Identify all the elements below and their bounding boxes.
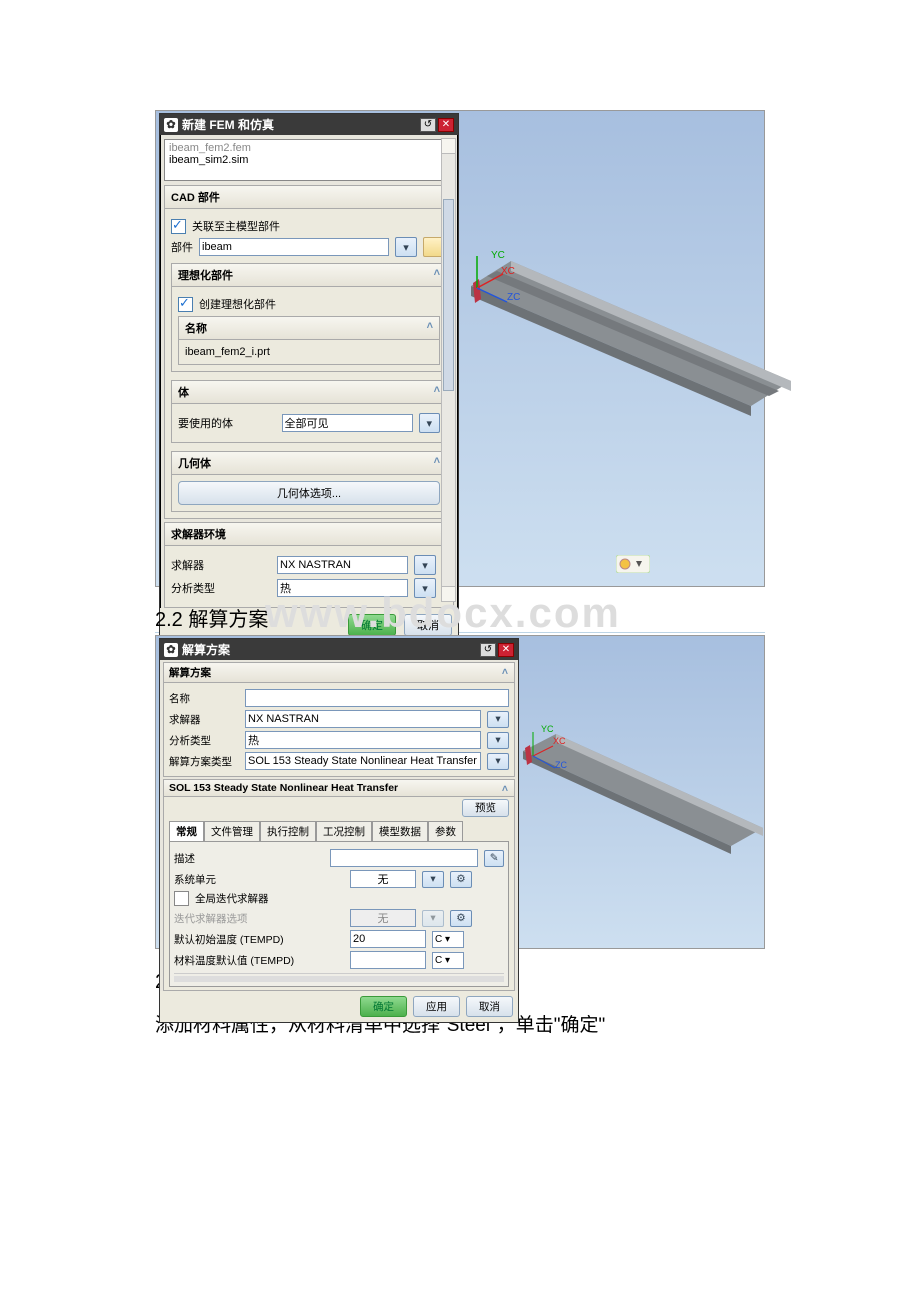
link-master-checkbox[interactable] (171, 219, 186, 234)
tab-model[interactable]: 模型数据 (372, 821, 428, 841)
iter-opt-label: 迭代求解器选项 (174, 911, 344, 926)
mat-temp-input[interactable] (350, 951, 426, 969)
body-select[interactable] (282, 414, 413, 432)
watermark: www.bdocx.com (265, 589, 621, 637)
iter-opt-select (350, 909, 416, 927)
apply-button[interactable]: 应用 (413, 996, 460, 1017)
tab-file[interactable]: 文件管理 (204, 821, 260, 841)
gear-icon: ✿ (164, 643, 178, 657)
file-list[interactable]: ▴ ibeam_fem2.fem ibeam_sim2.sim (164, 139, 454, 181)
solver-select[interactable] (277, 556, 408, 574)
file-item[interactable]: ibeam_sim2.sim (169, 154, 449, 166)
scroll-thumb[interactable] (443, 199, 454, 391)
iter-checkbox[interactable] (174, 891, 189, 906)
chevron-up-icon: ˄ (502, 666, 508, 678)
chevron-down-icon: ▾ (422, 910, 444, 927)
name-value: ibeam_fem2_i.prt (185, 346, 270, 358)
section-cad[interactable]: CAD 部件 ˄ (164, 185, 454, 209)
desc-edit-icon[interactable]: ✎ (484, 850, 504, 867)
cancel-button[interactable]: 取消 (466, 996, 513, 1017)
sysunit-label: 系统单元 (174, 872, 344, 887)
tab-exec[interactable]: 执行控制 (260, 821, 316, 841)
analysis-type-label: 分析类型 (169, 733, 239, 748)
dialog-titlebar: ✿ 新建 FEM 和仿真 ↺ ✕ (160, 114, 458, 135)
body-dropdown-icon[interactable]: ▾ (419, 413, 441, 433)
section-scheme[interactable]: 解算方案 ˄ (163, 662, 515, 683)
analysis-type-label: 分析类型 (171, 580, 271, 596)
viewport-3d[interactable]: YC XC ZC (461, 113, 764, 584)
mat-temp-unit[interactable] (432, 952, 464, 969)
create-ideal-checkbox[interactable] (178, 297, 193, 312)
mat-temp-label: 材料温度默认值 (TEMPD) (174, 953, 344, 968)
part-label: 部件 (171, 239, 193, 255)
axis-zc: ZC (555, 760, 567, 770)
body-use-label: 要使用的体 (178, 415, 276, 431)
tab-case[interactable]: 工况控制 (316, 821, 372, 841)
dialog-titlebar: ✿ 解算方案 ↺ ✕ (160, 639, 518, 660)
chevron-up-icon: ˄ (434, 267, 440, 279)
link-master-label: 关联至主模型部件 (192, 218, 280, 234)
desc-input[interactable] (330, 849, 478, 867)
analysis-type-select[interactable] (245, 731, 481, 749)
sysunit-select[interactable] (350, 870, 416, 888)
part-input[interactable] (199, 238, 389, 256)
axis-xc: XC (553, 736, 566, 746)
toolbar-bubble[interactable] (616, 555, 650, 578)
viewport-3d[interactable]: YC XC ZC (521, 726, 764, 946)
tab-param[interactable]: 参数 (428, 821, 463, 841)
ok-button[interactable]: 确定 (360, 996, 407, 1017)
file-item[interactable]: ibeam_fem2.fem (169, 142, 449, 154)
tempd-unit[interactable] (432, 931, 464, 948)
reset-button[interactable]: ↺ (480, 643, 496, 657)
dialog-title: 解算方案 (182, 641, 230, 658)
solution-type-label: 解算方案类型 (169, 754, 239, 769)
chevron-down-icon[interactable]: ▾ (422, 871, 444, 888)
solver-label: 求解器 (171, 557, 271, 573)
name-label: 名称 (169, 691, 239, 706)
screenshot-new-fem: ✿ 新建 FEM 和仿真 ↺ ✕ ▴ ibeam_fem2.fem ibeam_… (155, 110, 765, 587)
chevron-up-icon: ˄ (434, 384, 440, 396)
sysunit-config-icon[interactable]: ⚙ (450, 871, 472, 888)
section-solver-env[interactable]: 求解器环境 ˄ (164, 522, 454, 546)
section-sol153[interactable]: SOL 153 Steady State Nonlinear Heat Tran… (163, 779, 515, 797)
tab-general[interactable]: 常规 (169, 821, 204, 841)
dialog-new-fem: ✿ 新建 FEM 和仿真 ↺ ✕ ▴ ibeam_fem2.fem ibeam_… (159, 113, 459, 643)
solver-label: 求解器 (169, 712, 239, 727)
chevron-up-icon: ˄ (502, 783, 508, 795)
chevron-up-icon: ˄ (434, 455, 440, 467)
preview-button[interactable]: 预览 (462, 799, 509, 817)
reset-button[interactable]: ↺ (420, 118, 436, 132)
chevron-down-icon[interactable]: ▾ (414, 555, 436, 575)
chevron-up-icon: ˄ (427, 320, 433, 332)
dialog-title: 新建 FEM 和仿真 (182, 116, 274, 133)
section-body[interactable]: 体 ˄ (171, 380, 447, 404)
section-geom[interactable]: 几何体 ˄ (171, 451, 447, 475)
create-ideal-label: 创建理想化部件 (199, 296, 276, 312)
solution-type-select[interactable] (245, 752, 481, 770)
iter-opt-icon[interactable]: ⚙ (450, 910, 472, 927)
tabs: 常规 文件管理 执行控制 工况控制 模型数据 参数 (169, 821, 509, 841)
axis-yc: YC (541, 724, 554, 734)
scroll-up-icon[interactable] (442, 139, 455, 154)
screenshot-solution: ✿ 解算方案 ↺ ✕ 解算方案 ˄ 名称 求解器 ▾ (155, 635, 765, 949)
part-dropdown[interactable]: ▾ (395, 237, 417, 257)
tempd-input[interactable] (350, 930, 426, 948)
geom-options-button[interactable]: 几何体选项... (178, 481, 440, 505)
iter-label: 全局迭代求解器 (195, 891, 269, 906)
close-icon[interactable]: ✕ (438, 118, 454, 132)
heading-2-2: 2.2 解算方案 (155, 609, 268, 631)
dialog-solution: ✿ 解算方案 ↺ ✕ 解算方案 ˄ 名称 求解器 ▾ (159, 638, 519, 1023)
solution-name-input[interactable] (245, 689, 509, 707)
gear-icon: ✿ (164, 118, 178, 132)
scrollbar[interactable] (441, 138, 456, 602)
close-icon[interactable]: ✕ (498, 643, 514, 657)
chevron-down-icon[interactable]: ▾ (487, 753, 509, 770)
tempd-label: 默认初始温度 (TEMPD) (174, 932, 344, 947)
solver-select[interactable] (245, 710, 481, 728)
section-ideal[interactable]: 理想化部件 ˄ (171, 263, 447, 287)
desc-label: 描述 (174, 851, 324, 866)
chevron-down-icon[interactable]: ▾ (487, 732, 509, 749)
chevron-down-icon[interactable]: ▾ (487, 711, 509, 728)
section-name[interactable]: 名称 ˄ (178, 316, 440, 340)
